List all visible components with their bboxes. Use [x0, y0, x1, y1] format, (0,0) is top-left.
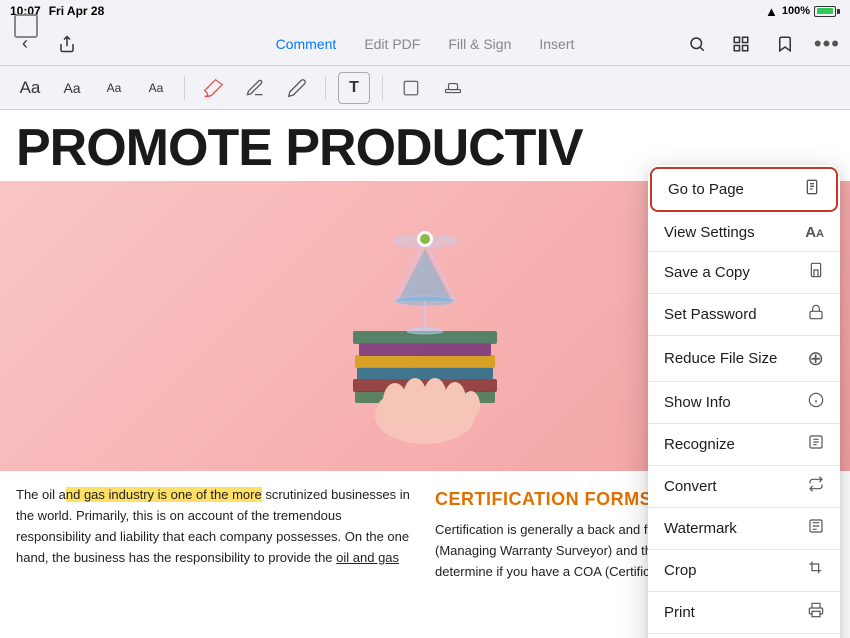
tab-fill-sign[interactable]: Fill & Sign	[434, 30, 525, 58]
menu-item-show-info[interactable]: Show Info	[648, 382, 840, 424]
menu-item-label-print: Print	[664, 604, 695, 621]
menu-item-label-watermark: Watermark	[664, 520, 737, 537]
recognize-icon	[808, 434, 824, 455]
menu-item-watermark[interactable]: Watermark	[648, 508, 840, 550]
menu-item-share[interactable]: Share	[648, 634, 840, 638]
go-to-page-icon	[804, 179, 820, 200]
more-options-button[interactable]: •••	[814, 31, 840, 57]
status-date: Fri Apr 28	[49, 4, 105, 18]
battery-icon	[814, 6, 840, 17]
bookmark-button[interactable]	[770, 29, 800, 59]
main-content: PROMOTE PRODUCTIV	[0, 110, 850, 638]
menu-item-save-copy[interactable]: Save a Copy	[648, 252, 840, 294]
pdf-left-text: The oil and gas industry is one of the m…	[16, 485, 415, 568]
view-settings-icon: AA	[805, 224, 824, 241]
menu-item-set-password[interactable]: Set Password	[648, 294, 840, 336]
nav-bar: ‹ Comment Edit PDF Fill & Sign Insert	[0, 22, 850, 66]
reduce-file-size-icon: ⊕	[807, 346, 824, 371]
menu-item-recognize[interactable]: Recognize	[648, 424, 840, 466]
toolbar-separator-3	[382, 76, 383, 100]
menu-item-label-save-copy: Save a Copy	[664, 264, 750, 281]
menu-item-label-show-info: Show Info	[664, 394, 731, 411]
text-size-large-button[interactable]: Aa	[14, 72, 46, 104]
show-info-icon	[808, 392, 824, 413]
dropdown-menu: Go to Page View Settings AA Save a Copy …	[648, 165, 840, 638]
text-tool-button[interactable]: T	[338, 72, 370, 104]
nav-right-controls: •••	[682, 29, 840, 59]
tab-edit-pdf[interactable]: Edit PDF	[350, 30, 434, 58]
status-right: ▲ 100%	[765, 4, 840, 19]
status-bar: 10:07 Fri Apr 28 ▲ 100%	[0, 0, 850, 22]
menu-item-reduce-file-size[interactable]: Reduce File Size ⊕	[648, 336, 840, 382]
menu-item-label-convert: Convert	[664, 478, 717, 495]
wifi-icon: ▲	[765, 4, 778, 19]
menu-item-label-recognize: Recognize	[664, 436, 735, 453]
share-nav-button[interactable]	[52, 29, 82, 59]
menu-item-crop[interactable]: Crop	[648, 550, 840, 592]
save-copy-icon	[808, 262, 824, 283]
highlight-tool-button[interactable]	[197, 72, 229, 104]
menu-item-go-to-page[interactable]: Go to Page	[650, 167, 838, 212]
print-icon	[808, 602, 824, 623]
battery-label: 100%	[782, 5, 810, 17]
search-button[interactable]	[682, 29, 712, 59]
menu-item-label-crop: Crop	[664, 562, 697, 579]
convert-icon	[808, 476, 824, 497]
text-size-xsmall-button[interactable]: Aa	[140, 72, 172, 104]
set-password-icon	[808, 304, 824, 325]
grid-button[interactable]	[726, 29, 756, 59]
menu-item-label-view-settings: View Settings	[664, 224, 755, 241]
underlined-text: oil and gas	[336, 550, 399, 565]
pen-tool-button[interactable]	[239, 72, 271, 104]
toolbar-separator-1	[184, 76, 185, 100]
menu-item-label-go-to-page: Go to Page	[668, 181, 744, 198]
menu-item-label-reduce-file-size: Reduce File Size	[664, 350, 777, 367]
shape-tool-button[interactable]	[395, 72, 427, 104]
pencil-tool-button[interactable]	[281, 72, 313, 104]
annotation-toolbar: Aa Aa Aa Aa T	[0, 66, 850, 110]
menu-item-print[interactable]: Print	[648, 592, 840, 634]
menu-item-convert[interactable]: Convert	[648, 466, 840, 508]
text-size-medium-button[interactable]: Aa	[56, 72, 88, 104]
highlighted-text: nd gas industry is one of the more	[66, 487, 262, 502]
text-size-small-button[interactable]: Aa	[98, 72, 130, 104]
pdf-col-left: The oil and gas industry is one of the m…	[16, 485, 415, 582]
tab-insert[interactable]: Insert	[525, 30, 588, 58]
crop-icon	[808, 560, 824, 581]
selection-tool[interactable]	[14, 14, 38, 38]
watermark-icon	[808, 518, 824, 539]
menu-item-view-settings[interactable]: View Settings AA	[648, 214, 840, 252]
tab-comment[interactable]: Comment	[262, 30, 351, 58]
stamp-tool-button[interactable]	[437, 72, 469, 104]
menu-item-label-set-password: Set Password	[664, 306, 757, 323]
toolbar-separator-2	[325, 76, 326, 100]
nav-tabs: Comment Edit PDF Fill & Sign Insert	[262, 30, 589, 58]
